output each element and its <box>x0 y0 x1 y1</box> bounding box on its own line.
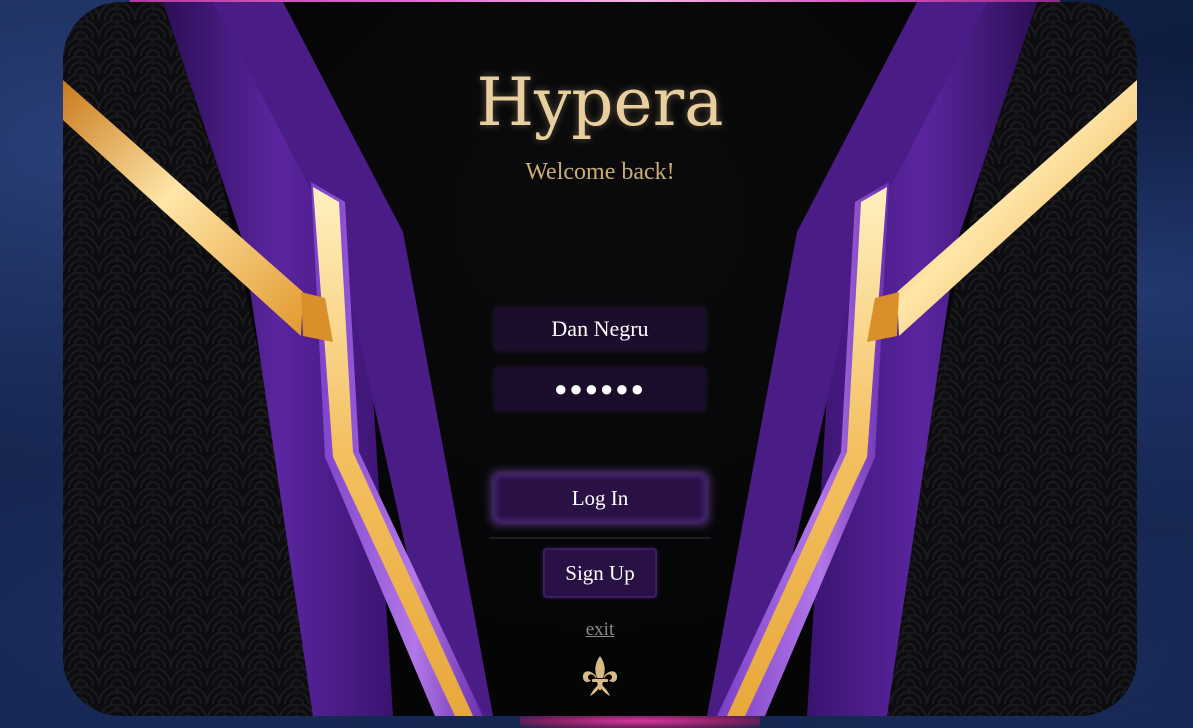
login-window: Hypera Welcome back! Log In Sign Up exit <box>63 2 1137 716</box>
password-input[interactable] <box>495 368 705 410</box>
divider <box>489 537 711 539</box>
exit-link[interactable]: exit <box>550 619 650 641</box>
login-button[interactable]: Log In <box>494 474 706 522</box>
desktop-background: Hypera Welcome back! Log In Sign Up exit <box>0 0 1193 728</box>
app-title: Hypera <box>476 64 724 141</box>
fleur-de-lis-icon <box>582 656 618 696</box>
signup-button[interactable]: Sign Up <box>543 548 657 598</box>
bottom-glow-strip <box>520 714 760 728</box>
username-input[interactable] <box>495 308 705 350</box>
welcome-subtitle: Welcome back! <box>525 159 675 185</box>
